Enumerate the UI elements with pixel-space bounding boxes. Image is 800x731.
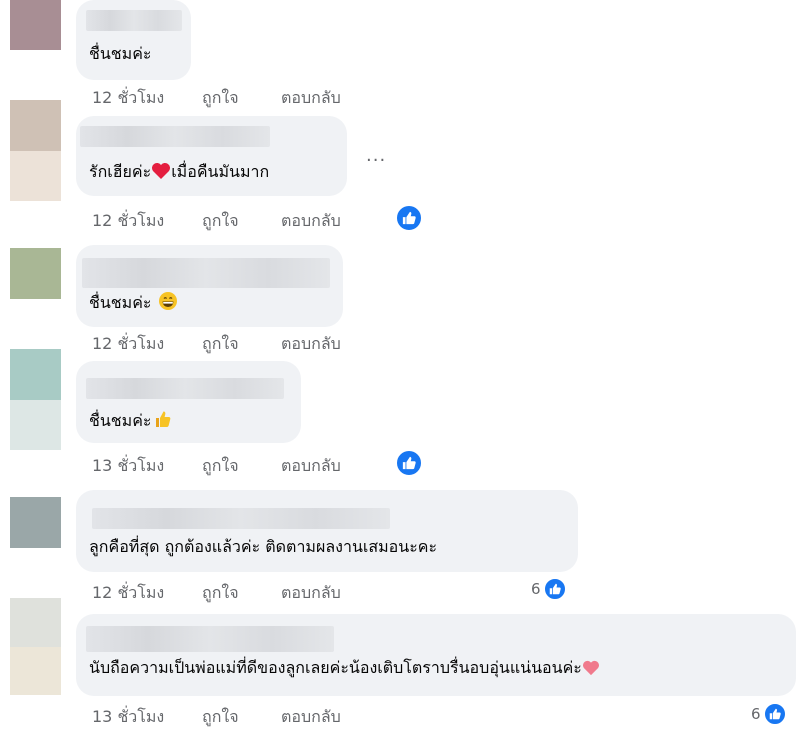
comment-actions: 12 ชั่วโมง ถูกใจ ตอบกลับ — [92, 332, 341, 357]
like-link[interactable]: ถูกใจ — [202, 705, 281, 730]
reaction-summary[interactable]: 6 — [531, 577, 567, 601]
like-thumb-icon — [762, 702, 787, 726]
comment-text: ลูกคือที่สุด ถูกต้องแล้วค่ะ ติดตามผลงานเ… — [89, 537, 438, 556]
like-link[interactable]: ถูกใจ — [202, 86, 281, 111]
comment-timestamp[interactable]: 12 ชั่วโมง — [92, 209, 202, 234]
reaction-summary[interactable] — [395, 204, 423, 232]
comment-text-part: ชื่นชมค่ะ — [89, 411, 152, 430]
comment-text: ชื่นชมค่ะ — [89, 291, 178, 316]
like-thumb-icon — [542, 577, 567, 601]
comment-text-part: รักเฮียค่ะ — [89, 162, 152, 181]
thumbs-up-emoji-icon — [152, 409, 172, 434]
comment-text-part: นับถือความเป็นพ่อแม่ที่ดีของลูกเลยค่ะน้อ… — [89, 658, 582, 677]
avatar[interactable] — [10, 100, 61, 201]
avatar[interactable] — [10, 248, 61, 299]
like-link[interactable]: ถูกใจ — [202, 581, 281, 606]
comment-actions: 13 ชั่วโมง ถูกใจ ตอบกลับ — [92, 705, 341, 730]
reply-link[interactable]: ตอบกลับ — [281, 705, 341, 730]
comment-timestamp[interactable]: 13 ชั่วโมง — [92, 705, 202, 730]
blurred-author-name[interactable] — [86, 378, 284, 399]
grin-emoji-icon — [158, 291, 178, 316]
avatar[interactable] — [10, 598, 61, 695]
reply-link[interactable]: ตอบกลับ — [281, 209, 341, 234]
comment-text: รักเฮียค่ะ เมื่อคืนมันมาก — [89, 162, 269, 185]
heart-emoji-icon — [151, 162, 171, 185]
reply-link[interactable]: ตอบกลับ — [281, 581, 341, 606]
blurred-author-name[interactable] — [92, 508, 390, 529]
comment-actions: 12 ชั่วโมง ถูกใจ ตอบกลับ — [92, 209, 341, 234]
comment-actions: 12 ชั่วโมง ถูกใจ ตอบกลับ — [92, 86, 341, 111]
avatar[interactable] — [10, 497, 61, 548]
comment-timestamp[interactable]: 12 ชั่วโมง — [92, 86, 202, 111]
like-link[interactable]: ถูกใจ — [202, 454, 281, 479]
avatar[interactable] — [10, 349, 61, 450]
comment-timestamp[interactable]: 12 ชั่วโมง — [92, 581, 202, 606]
heart-emoji-icon — [582, 660, 600, 681]
comment-text-part: ชื่นชมค่ะ — [89, 293, 152, 312]
reaction-summary[interactable]: 6 — [751, 702, 787, 726]
comment-text-part: เมื่อคืนมันมาก — [171, 162, 270, 181]
comment-timestamp[interactable]: 12 ชั่วโมง — [92, 332, 202, 357]
comment-timestamp[interactable]: 13 ชั่วโมง — [92, 454, 202, 479]
blurred-author-name[interactable] — [82, 258, 330, 288]
like-link[interactable]: ถูกใจ — [202, 209, 281, 234]
blurred-author-name[interactable] — [86, 626, 334, 652]
comment-actions: 13 ชั่วโมง ถูกใจ ตอบกลับ — [92, 454, 341, 479]
reply-link[interactable]: ตอบกลับ — [281, 86, 341, 111]
comment-text: ชื่นชมค่ะ — [89, 409, 172, 434]
reply-link[interactable]: ตอบกลับ — [281, 332, 341, 357]
reaction-summary[interactable] — [395, 449, 423, 477]
avatar[interactable] — [10, 0, 61, 50]
reaction-count: 6 — [751, 705, 761, 723]
comment-text: นับถือความเป็นพ่อแม่ที่ดีของลูกเลยค่ะน้อ… — [89, 658, 600, 681]
reaction-count: 6 — [531, 580, 541, 598]
like-link[interactable]: ถูกใจ — [202, 332, 281, 357]
comment-text: ชื่นชมค่ะ — [89, 44, 152, 63]
more-options-icon[interactable]: ... — [366, 145, 386, 166]
comment-actions: 12 ชั่วโมง ถูกใจ ตอบกลับ — [92, 581, 341, 606]
comment-bubble — [76, 490, 578, 572]
blurred-author-name[interactable] — [80, 126, 270, 147]
like-thumb-icon — [395, 204, 423, 232]
reply-link[interactable]: ตอบกลับ — [281, 454, 341, 479]
like-thumb-icon — [395, 449, 423, 477]
blurred-author-name[interactable] — [86, 10, 182, 31]
